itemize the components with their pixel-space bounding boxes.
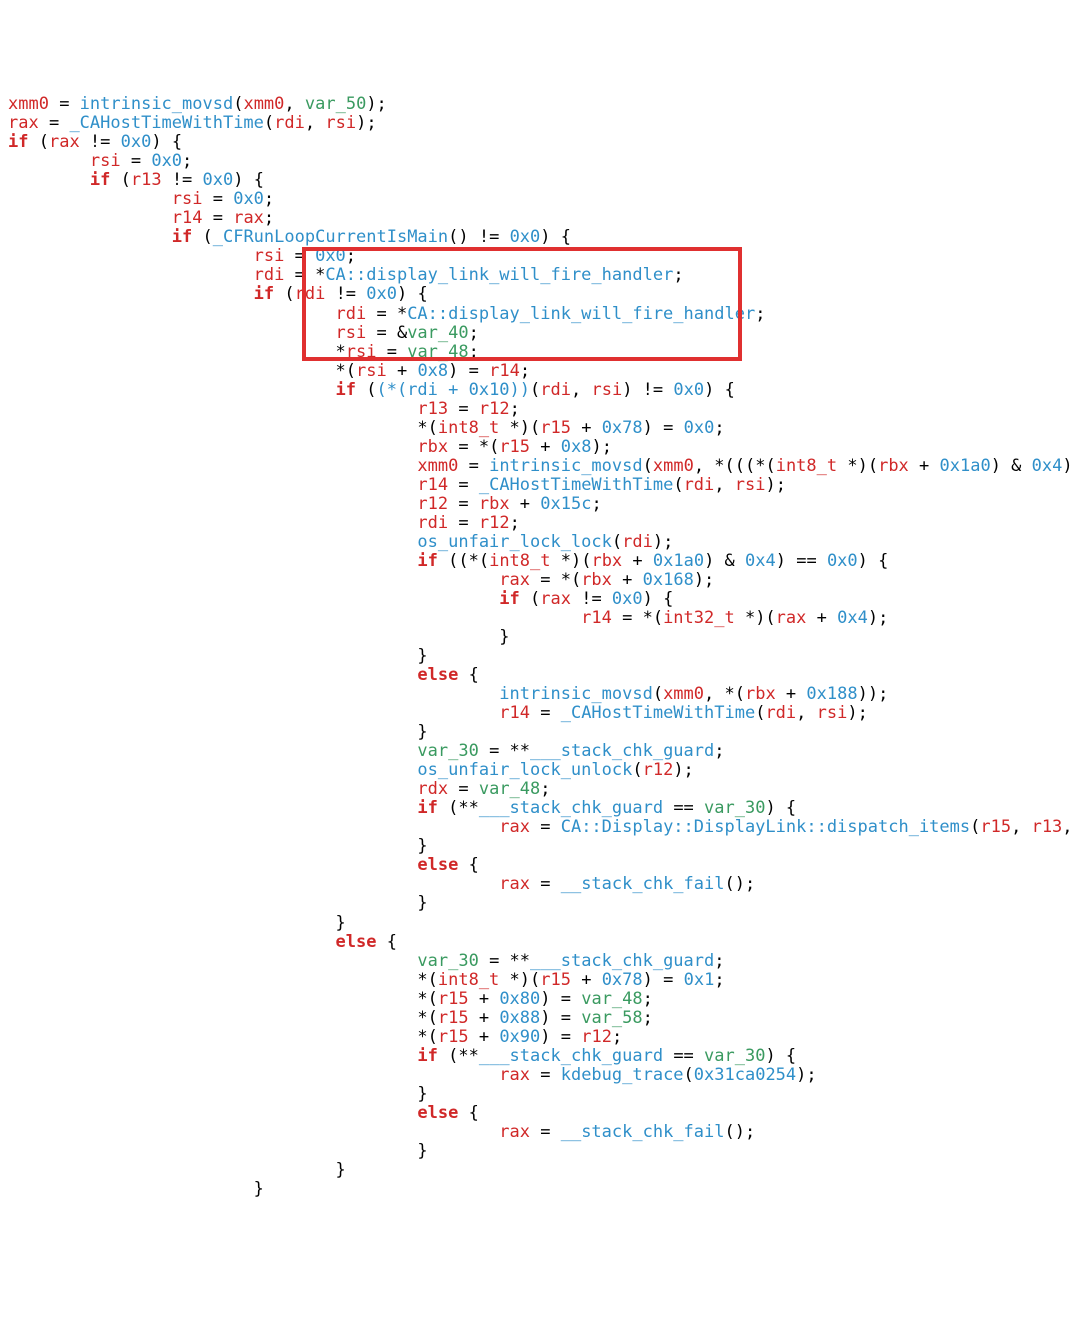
code-line: else { (8, 933, 1080, 952)
code-line: *(int8_t *)(r15 + 0x78) = 0x1; (8, 971, 1080, 990)
code-line: } (8, 894, 1080, 913)
code-line: rdi = r12; (8, 514, 1080, 533)
code-line: rax = __stack_chk_fail(); (8, 1123, 1080, 1142)
code-line: } (8, 1161, 1080, 1180)
code-line: os_unfair_lock_unlock(r12); (8, 761, 1080, 780)
code-line: rax = kdebug_trace(0x31ca0254); (8, 1066, 1080, 1085)
code-line: r14 = _CAHostTimeWithTime(rdi, rsi); (8, 476, 1080, 495)
code-line: } (8, 1180, 1080, 1199)
code-line: if (**___stack_chk_guard == var_30) { (8, 799, 1080, 818)
code-view: xmm0 = intrinsic_movsd(xmm0, var_50);rax… (0, 57, 1080, 1237)
code-line: xmm0 = intrinsic_movsd(xmm0, var_50); (8, 95, 1080, 114)
code-line: r13 = r12; (8, 400, 1080, 419)
code-line: intrinsic_movsd(xmm0, *(rbx + 0x188)); (8, 685, 1080, 704)
code-line: var_30 = **___stack_chk_guard; (8, 742, 1080, 761)
code-line: r12 = rbx + 0x15c; (8, 495, 1080, 514)
code-line: if (rax != 0x0) { (8, 133, 1080, 152)
code-line: rax = __stack_chk_fail(); (8, 875, 1080, 894)
code-line: r14 = rax; (8, 209, 1080, 228)
code-line: } (8, 647, 1080, 666)
code-line: rsi = &var_40; (8, 324, 1080, 343)
code-line: rax = *(rbx + 0x168); (8, 571, 1080, 590)
code-line: *(rsi + 0x8) = r14; (8, 362, 1080, 381)
code-line: if ((*(rdi + 0x10))(rdi, rsi) != 0x0) { (8, 381, 1080, 400)
code-line: *rsi = var_48; (8, 343, 1080, 362)
code-line: else { (8, 666, 1080, 685)
code-line: rsi = 0x0; (8, 247, 1080, 266)
code-line: *(r15 + 0x90) = r12; (8, 1028, 1080, 1047)
code-line: if ((*(int8_t *)(rbx + 0x1a0) & 0x4) == … (8, 552, 1080, 571)
code-line: r14 = _CAHostTimeWithTime(rdi, rsi); (8, 704, 1080, 723)
code-line: rdx = var_48; (8, 780, 1080, 799)
code-line: if (**___stack_chk_guard == var_30) { (8, 1047, 1080, 1066)
code-line: rdi = *CA::display_link_will_fire_handle… (8, 305, 1080, 324)
code-line: rax = _CAHostTimeWithTime(rdi, rsi); (8, 114, 1080, 133)
code-line: os_unfair_lock_lock(rdi); (8, 533, 1080, 552)
code-line: rsi = 0x0; (8, 190, 1080, 209)
code-line: rdi = *CA::display_link_will_fire_handle… (8, 266, 1080, 285)
code-line: rbx = *(r15 + 0x8); (8, 438, 1080, 457)
code-line: if (r13 != 0x0) { (8, 171, 1080, 190)
code-line: rax = CA::Display::DisplayLink::dispatch… (8, 818, 1080, 837)
code-line: } (8, 1085, 1080, 1104)
code-line: else { (8, 856, 1080, 875)
code-line: } (8, 723, 1080, 742)
code-line: } (8, 837, 1080, 856)
code-line: rsi = 0x0; (8, 152, 1080, 171)
code-line: *(r15 + 0x80) = var_48; (8, 990, 1080, 1009)
code-line: if (rdi != 0x0) { (8, 285, 1080, 304)
code-line: } (8, 628, 1080, 647)
code-line: if (_CFRunLoopCurrentIsMain() != 0x0) { (8, 228, 1080, 247)
code-line: *(r15 + 0x88) = var_58; (8, 1009, 1080, 1028)
code-line: xmm0 = intrinsic_movsd(xmm0, *(((*(int8_… (8, 457, 1080, 476)
code-line: r14 = *(int32_t *)(rax + 0x4); (8, 609, 1080, 628)
code-line: var_30 = **___stack_chk_guard; (8, 952, 1080, 971)
code-line: } (8, 914, 1080, 933)
decompiled-code: xmm0 = intrinsic_movsd(xmm0, var_50);rax… (0, 95, 1080, 1199)
code-line: if (rax != 0x0) { (8, 590, 1080, 609)
code-line: else { (8, 1104, 1080, 1123)
code-line: *(int8_t *)(r15 + 0x78) = 0x0; (8, 419, 1080, 438)
code-line: } (8, 1142, 1080, 1161)
